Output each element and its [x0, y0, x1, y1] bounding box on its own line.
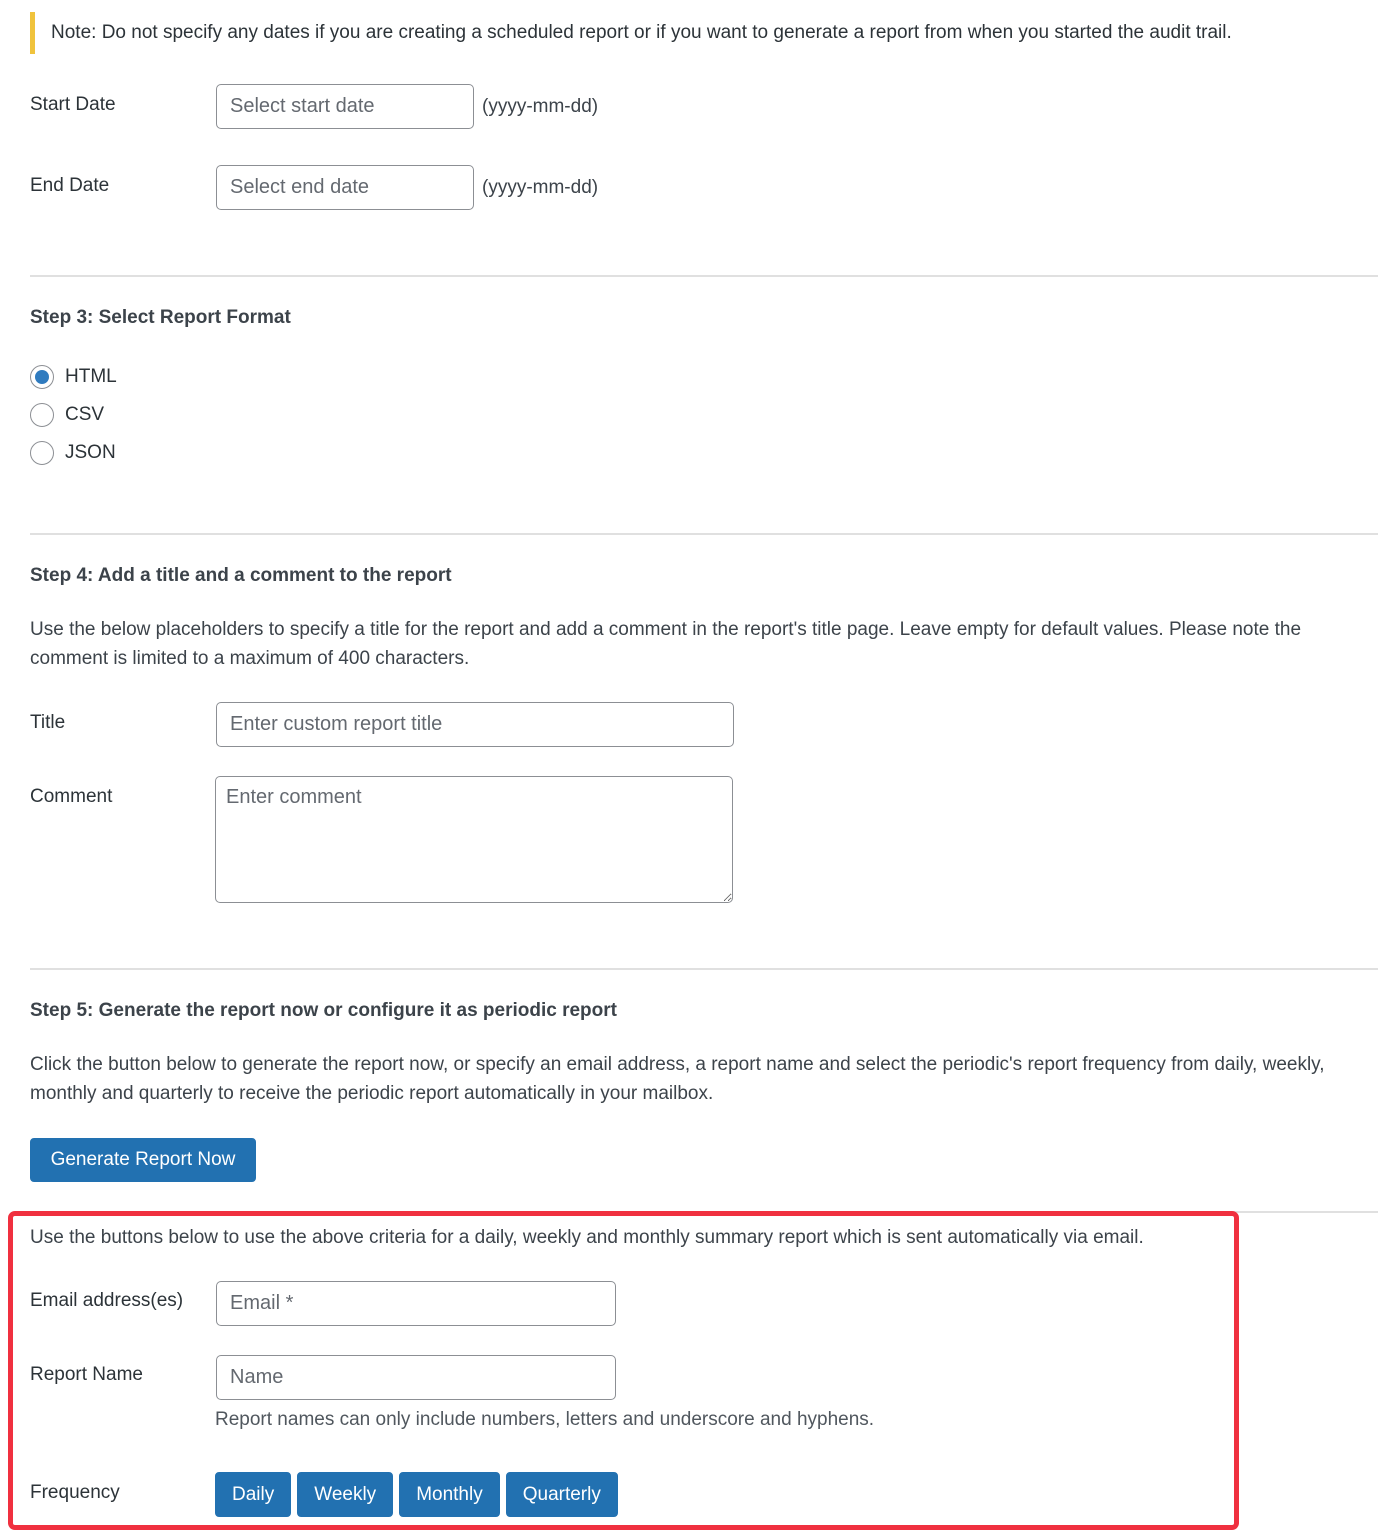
end-date-label: End Date: [30, 175, 110, 196]
comment-textarea[interactable]: [215, 776, 733, 903]
report-title-input[interactable]: [216, 702, 734, 747]
notice-text: Note: Do not specify any dates if you ar…: [51, 22, 1232, 43]
section-divider: [30, 533, 1378, 535]
format-option-csv[interactable]: CSV: [30, 402, 104, 428]
format-option-html[interactable]: HTML: [30, 364, 117, 390]
end-date-input[interactable]: [216, 165, 474, 210]
notice-banner: Note: Do not specify any dates if you ar…: [30, 12, 1232, 54]
format-option-label: CSV: [65, 404, 105, 425]
start-date-label: Start Date: [30, 94, 116, 115]
section-divider: [30, 1211, 1378, 1213]
format-option-label: HTML: [65, 366, 117, 387]
format-option-label: JSON: [65, 442, 116, 463]
email-input[interactable]: [216, 1281, 616, 1326]
radio-dot: [35, 370, 49, 384]
email-label: Email address(es): [30, 1290, 184, 1311]
radio-button[interactable]: [30, 441, 54, 465]
frequency-quarterly-button[interactable]: Quarterly: [505, 1472, 618, 1517]
format-option-json[interactable]: JSON: [30, 440, 116, 466]
frequency-label: Frequency: [30, 1482, 120, 1503]
report-name-label: Report Name: [30, 1364, 143, 1385]
section-divider: [30, 968, 1378, 970]
radio-button[interactable]: [30, 403, 54, 427]
highlight-annotation-box: [8, 1211, 1239, 1530]
start-date-input[interactable]: [216, 84, 474, 129]
step4-heading: Step 4: Add a title and a comment to the…: [30, 565, 452, 586]
start-date-format-hint: (yyyy-mm-dd): [482, 96, 599, 117]
comment-label: Comment: [30, 786, 113, 807]
section-divider: [30, 275, 1378, 277]
title-label: Title: [30, 712, 66, 733]
frequency-button-group: Daily Weekly Monthly Quarterly: [215, 1472, 618, 1517]
step4-description: Use the below placeholders to specify a …: [30, 619, 1302, 669]
generate-report-now-button[interactable]: Generate Report Now: [30, 1138, 256, 1182]
frequency-monthly-button[interactable]: Monthly: [399, 1472, 500, 1517]
periodic-report-intro: Use the buttons below to use the above c…: [30, 1227, 1144, 1248]
radio-button-checked[interactable]: [30, 365, 54, 389]
end-date-format-hint: (yyyy-mm-dd): [482, 177, 599, 198]
report-name-hint: Report names can only include numbers, l…: [215, 1409, 875, 1430]
report-name-input[interactable]: [216, 1355, 616, 1400]
frequency-weekly-button[interactable]: Weekly: [297, 1472, 394, 1517]
frequency-daily-button[interactable]: Daily: [215, 1472, 292, 1517]
step3-heading: Step 3: Select Report Format: [30, 307, 291, 328]
step5-description: Click the button below to generate the r…: [30, 1054, 1325, 1104]
step5-heading: Step 5: Generate the report now or confi…: [30, 1000, 617, 1021]
